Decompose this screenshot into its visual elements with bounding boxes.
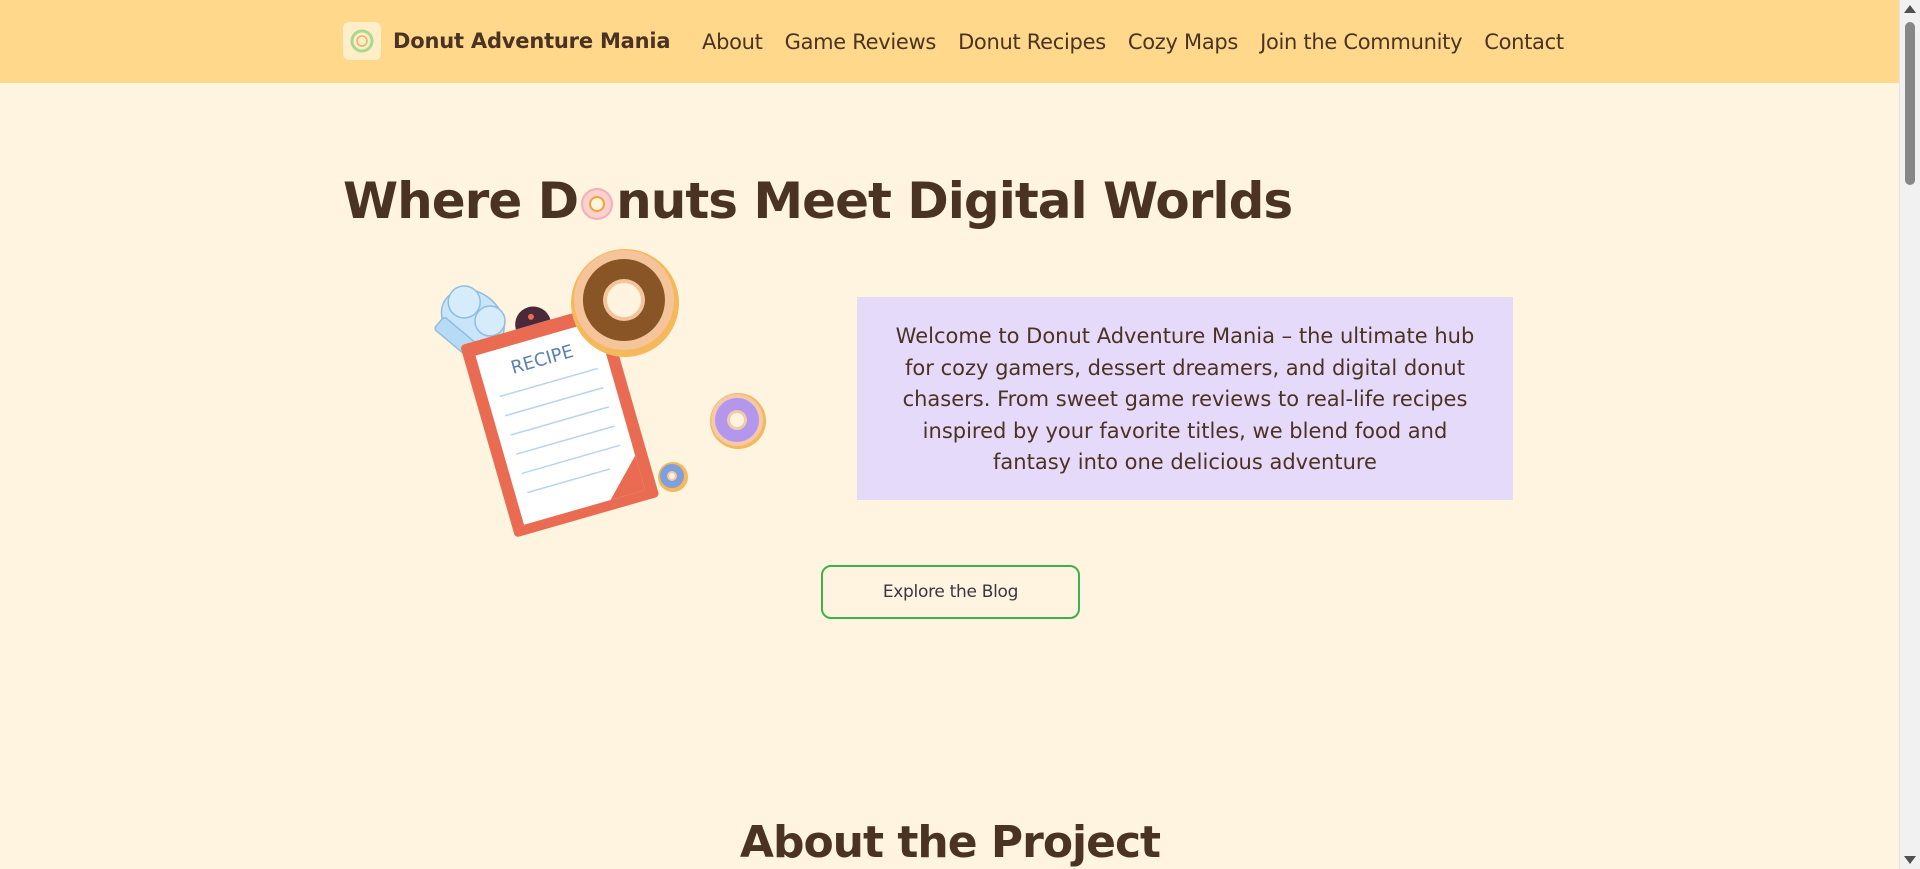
nav-link-cozy-maps[interactable]: Cozy Maps (1128, 30, 1239, 54)
nav-link-join-community[interactable]: Join the Community (1260, 30, 1462, 54)
brand-name: Donut Adventure Mania (393, 29, 671, 53)
main-nav: About Game Reviews Donut Recipes Cozy Ma… (702, 25, 1564, 59)
nav-link-about[interactable]: About (702, 30, 763, 54)
purple-donut-icon (710, 393, 766, 449)
hero-title: Where D nuts Meet Digital Worlds (343, 168, 1293, 234)
donut-letter-icon (578, 172, 616, 220)
vertical-scrollbar[interactable] (1899, 0, 1920, 869)
recipe-illustration: RECIPE (400, 245, 780, 545)
welcome-text-box: Welcome to Donut Adventure Mania – the u… (857, 297, 1513, 500)
welcome-text: Welcome to Donut Adventure Mania – the u… (895, 324, 1475, 474)
hero-title-part2: nuts Meet Digital Worlds (616, 172, 1293, 230)
donut-logo-icon (343, 22, 381, 60)
scroll-thumb[interactable] (1905, 22, 1915, 185)
nav-link-game-reviews[interactable]: Game Reviews (785, 30, 937, 54)
scroll-up-icon[interactable] (1904, 5, 1916, 13)
scroll-down-icon[interactable] (1904, 856, 1916, 864)
brand[interactable]: Donut Adventure Mania (343, 22, 671, 60)
about-section-title: About the Project (739, 817, 1161, 868)
site-header: Donut Adventure Mania About Game Reviews… (0, 0, 1900, 83)
page: Donut Adventure Mania About Game Reviews… (0, 0, 1900, 869)
explore-blog-button[interactable]: Explore the Blog (821, 565, 1080, 619)
nav-link-donut-recipes[interactable]: Donut Recipes (958, 30, 1106, 54)
blue-donut-icon (658, 462, 688, 492)
hero-title-part1: Where D (343, 172, 579, 230)
nav-link-contact[interactable]: Contact (1484, 30, 1564, 54)
chocolate-donut-icon (571, 249, 679, 357)
